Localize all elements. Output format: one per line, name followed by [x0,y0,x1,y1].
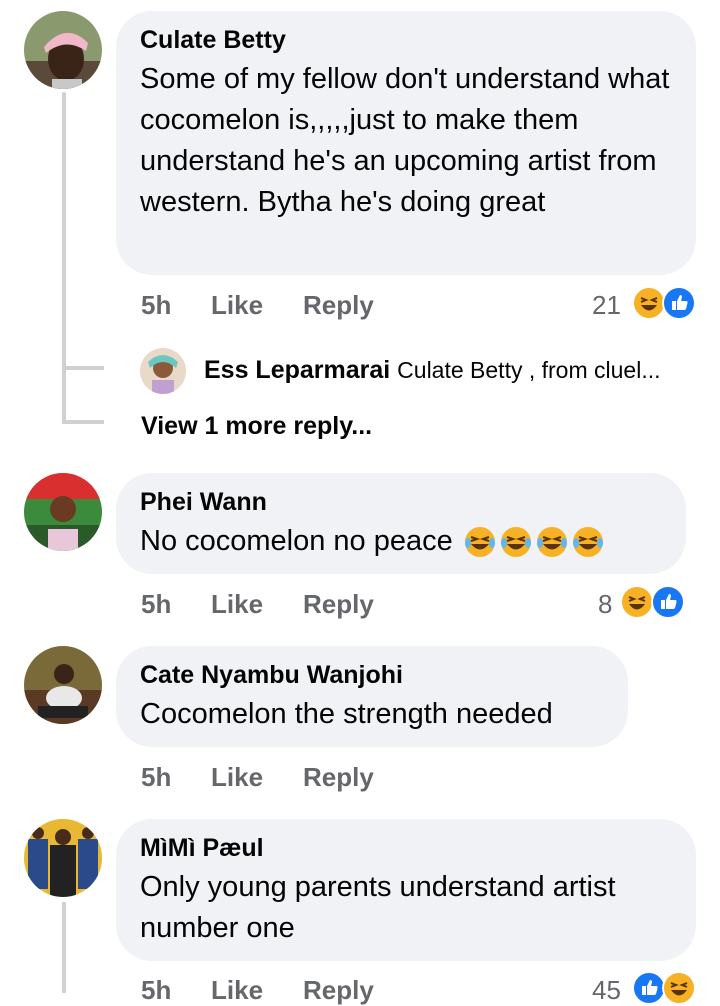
comment-bubble[interactable]: Culate Betty Some of my fellow don't und… [116,11,696,275]
comment-author[interactable]: Phei Wann [140,487,662,517]
reply-snippet: Culate Betty , from cluel... [397,357,661,383]
avatar[interactable] [24,11,102,89]
haha-reaction-icon [662,971,696,1005]
comment-author[interactable]: Cate Nyambu Wanjohi [140,660,604,690]
reply-button[interactable]: Reply [303,290,374,321]
like-reaction-icon [662,286,696,320]
avatar[interactable] [24,473,102,551]
comment-text: No cocomelon no peace [140,521,662,562]
like-reaction-icon [651,585,685,619]
reaction-count[interactable]: 45 [592,975,621,1006]
reply-avatar[interactable] [140,348,186,394]
haha-reaction-icon [620,585,654,619]
comment-text: Some of my fellow don't understand what … [140,63,670,218]
thread-line [62,902,66,993]
thread-branch [62,420,104,424]
reply-button[interactable]: Reply [303,975,374,1006]
tears-of-joy-emoji-icon [572,527,603,558]
timestamp[interactable]: 5h [141,762,171,793]
comment-author[interactable]: Culate Betty [140,25,672,55]
reaction-count[interactable]: 8 [598,589,612,620]
like-button[interactable]: Like [211,975,263,1006]
haha-reaction-icon [632,286,666,320]
comment-text-content: No cocomelon no peace [140,525,453,557]
like-button[interactable]: Like [211,589,263,620]
like-reaction-icon [632,971,666,1005]
comment-text: Only young parents understand artist num… [140,871,616,944]
comment-bubble[interactable]: MìMì Pæul Only young parents understand … [116,819,696,961]
comment-text: Cocomelon the strength needed [140,698,553,730]
timestamp[interactable]: 5h [141,589,171,620]
tears-of-joy-emoji-icon [500,527,531,558]
like-button[interactable]: Like [211,290,263,321]
thread-line [62,92,66,422]
timestamp[interactable]: 5h [141,290,171,321]
reply-author[interactable]: Ess Leparmarai [204,356,390,384]
tears-of-joy-emoji-icon [536,527,567,558]
avatar[interactable] [24,646,102,724]
thread-branch [62,366,104,370]
comment-bubble[interactable]: Phei Wann No cocomelon no peace [116,473,686,574]
comment-bubble[interactable]: Cate Nyambu Wanjohi Cocomelon the streng… [116,646,628,747]
reaction-count[interactable]: 21 [592,290,621,321]
like-button[interactable]: Like [211,762,263,793]
reply-button[interactable]: Reply [303,762,374,793]
avatar[interactable] [24,819,102,897]
reply-button[interactable]: Reply [303,589,374,620]
reply-preview[interactable]: Ess Leparmarai Culate Betty , from cluel… [204,356,661,385]
timestamp[interactable]: 5h [141,975,171,1006]
comment-author[interactable]: MìMì Pæul [140,833,672,863]
tears-of-joy-emoji-icon [464,527,495,558]
view-more-replies[interactable]: View 1 more reply... [141,412,372,441]
